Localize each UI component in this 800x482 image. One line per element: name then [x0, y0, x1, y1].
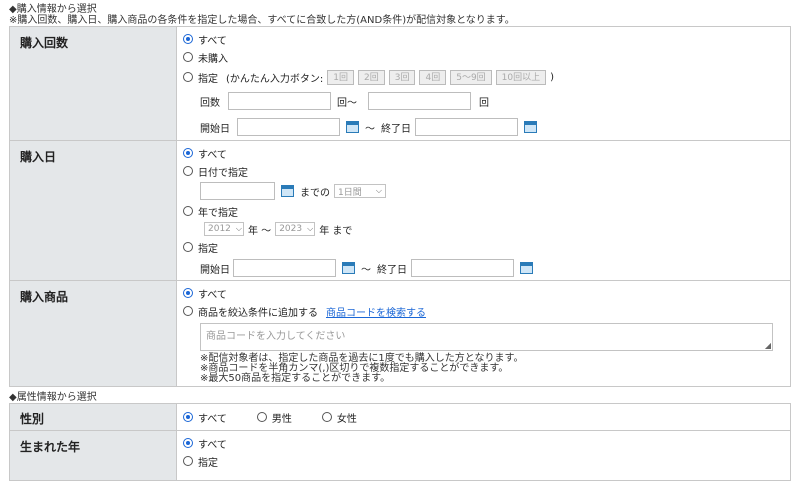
purchase-count-none-option[interactable]: 未購入	[183, 48, 790, 66]
start-date-label: 開始日	[200, 123, 230, 135]
until-label: までの	[300, 187, 330, 199]
calendar-icon[interactable]	[346, 121, 359, 133]
year-from-select[interactable]: 2012 ⌵	[204, 222, 244, 236]
range-separator: 〜	[361, 264, 371, 276]
radio-icon[interactable]	[183, 52, 193, 62]
option-label: すべて	[198, 439, 227, 451]
calendar-icon[interactable]	[520, 262, 533, 274]
date-input[interactable]	[200, 182, 275, 200]
chevron-down-icon: ⌵	[307, 224, 314, 233]
radio-selected-icon[interactable]	[183, 34, 193, 44]
radio-selected-icon[interactable]	[183, 438, 193, 448]
year-end-label: 年 まで	[319, 225, 353, 237]
chevron-down-icon: ⌵	[235, 224, 242, 233]
radio-icon[interactable]	[183, 306, 193, 316]
purchase-count-specify-option[interactable]: 指定 (かんたん入力ボタン: 1回 2回 3回 4回 5〜9回 10回以上 )	[183, 66, 790, 88]
purchase-date-all-option[interactable]: すべて	[183, 144, 790, 162]
purchase-conditions-table: 購入回数 すべて 未購入 指定 (かんたん入力ボタン: 1回 2回 3回 4回 …	[9, 26, 791, 387]
radio-icon[interactable]	[183, 206, 193, 216]
product-code-search-link[interactable]: 商品コードを検索する	[326, 304, 426, 319]
period-select[interactable]: 1日間 ⌵	[334, 184, 386, 198]
year-mid-label: 年 〜	[248, 225, 272, 237]
radio-selected-icon[interactable]	[183, 148, 193, 158]
option-label: 未購入	[198, 53, 228, 65]
purchase-count-label: 購入回数	[9, 26, 177, 141]
radio-selected-icon[interactable]	[183, 288, 193, 298]
birth-year-label: 生まれた年	[9, 430, 177, 481]
option-label: 年で指定	[198, 207, 238, 219]
textarea-placeholder: 商品コードを入力してください	[206, 331, 346, 342]
product-code-textarea[interactable]: 商品コードを入力してください ◢	[200, 323, 773, 351]
period-select-value: 1日間	[338, 187, 362, 198]
quick-button-3[interactable]: 3回	[388, 69, 416, 85]
year-from-value: 2012	[208, 224, 231, 234]
year-to-select[interactable]: 2023 ⌵	[275, 222, 316, 236]
quick-button-4[interactable]: 4回	[419, 69, 447, 85]
quick-button-1[interactable]: 1回	[327, 69, 355, 85]
quick-button-10plus[interactable]: 10回以上	[495, 69, 547, 85]
end-date-input[interactable]	[415, 118, 518, 136]
option-label: 指定	[198, 457, 218, 469]
count-to-unit: 回	[479, 97, 489, 109]
end-date-input[interactable]	[411, 259, 514, 277]
radio-icon[interactable]	[183, 72, 193, 82]
option-label: 指定	[198, 243, 218, 255]
calendar-icon[interactable]	[524, 121, 537, 133]
end-date-label: 終了日	[381, 123, 411, 135]
option-label: 男性	[271, 413, 292, 425]
radio-icon[interactable]	[183, 166, 193, 176]
purchase-date-by-date-option[interactable]: 日付で指定	[183, 162, 790, 180]
purchase-date-by-year-option[interactable]: 年で指定	[183, 202, 790, 220]
option-label: すべて	[198, 289, 227, 301]
start-date-input[interactable]	[237, 118, 340, 136]
gender-all-radio[interactable]	[183, 412, 193, 422]
option-label: 商品を絞込条件に追加する	[198, 307, 318, 319]
purchase-section-title: ◆購入情報から選択	[9, 4, 97, 15]
resize-grip-icon[interactable]: ◢	[765, 341, 771, 350]
birth-year-row: 生まれた年 すべて 指定	[9, 430, 791, 481]
count-from-unit: 回〜	[337, 97, 357, 109]
purchase-date-specify-option[interactable]: 指定	[183, 238, 790, 256]
option-label: すべて	[198, 35, 227, 47]
option-label: すべて	[198, 149, 227, 161]
product-note: ※最大50商品を指定することができます。	[200, 373, 391, 384]
count-label: 回数	[200, 97, 220, 109]
count-to-input[interactable]	[368, 92, 471, 110]
radio-icon[interactable]	[183, 242, 193, 252]
purchase-product-all-option[interactable]: すべて	[183, 284, 790, 302]
gender-female-radio[interactable]	[321, 412, 332, 422]
purchase-product-label: 購入商品	[9, 280, 177, 387]
calendar-icon[interactable]	[342, 262, 355, 274]
purchase-date-label: 購入日	[9, 140, 177, 281]
start-date-label: 開始日	[200, 264, 230, 276]
quick-button-2[interactable]: 2回	[358, 69, 385, 85]
option-label: すべて	[198, 413, 227, 425]
purchase-date-row: 購入日 すべて 日付で指定 までの 1日間 ⌵ 年で指定 2012 ⌵ 年 〜 …	[9, 140, 791, 281]
attribute-conditions-table: 性別 すべて 男性 女性 生まれた年 すべて 指定	[9, 403, 791, 481]
gender-male-radio[interactable]	[256, 412, 267, 422]
quick-input-close: )	[550, 71, 555, 83]
option-label: 女性	[336, 413, 357, 425]
option-label: 指定	[198, 73, 218, 85]
option-label: 日付で指定	[198, 167, 248, 179]
radio-icon[interactable]	[183, 456, 193, 466]
purchase-count-all-option[interactable]: すべて	[183, 30, 790, 48]
quick-button-5-9[interactable]: 5〜9回	[450, 69, 492, 85]
purchase-section-note: ※購入回数、購入日、購入商品の各条件を指定した場合、すべてに合致した方(AND条…	[9, 15, 515, 26]
purchase-product-row: 購入商品 すべて 商品を絞込条件に追加する 商品コードを検索する 商品コードを入…	[9, 280, 791, 387]
year-to-value: 2023	[279, 224, 303, 234]
calendar-icon[interactable]	[281, 185, 294, 197]
chevron-down-icon: ⌵	[375, 186, 382, 195]
end-date-label: 終了日	[377, 264, 407, 276]
gender-label: 性別	[9, 403, 177, 431]
purchase-count-row: 購入回数 すべて 未購入 指定 (かんたん入力ボタン: 1回 2回 3回 4回 …	[9, 26, 791, 141]
birth-year-all-option[interactable]: すべて	[183, 434, 790, 452]
gender-row: 性別 すべて 男性 女性	[9, 403, 791, 431]
birth-year-specify-option[interactable]: 指定	[183, 452, 790, 470]
range-separator: 〜	[365, 123, 375, 135]
start-date-input[interactable]	[233, 259, 336, 277]
quick-input-label: (かんたん入力ボタン:	[226, 73, 324, 85]
count-from-input[interactable]	[228, 92, 331, 110]
attribute-section-title: ◆属性情報から選択	[9, 392, 97, 403]
